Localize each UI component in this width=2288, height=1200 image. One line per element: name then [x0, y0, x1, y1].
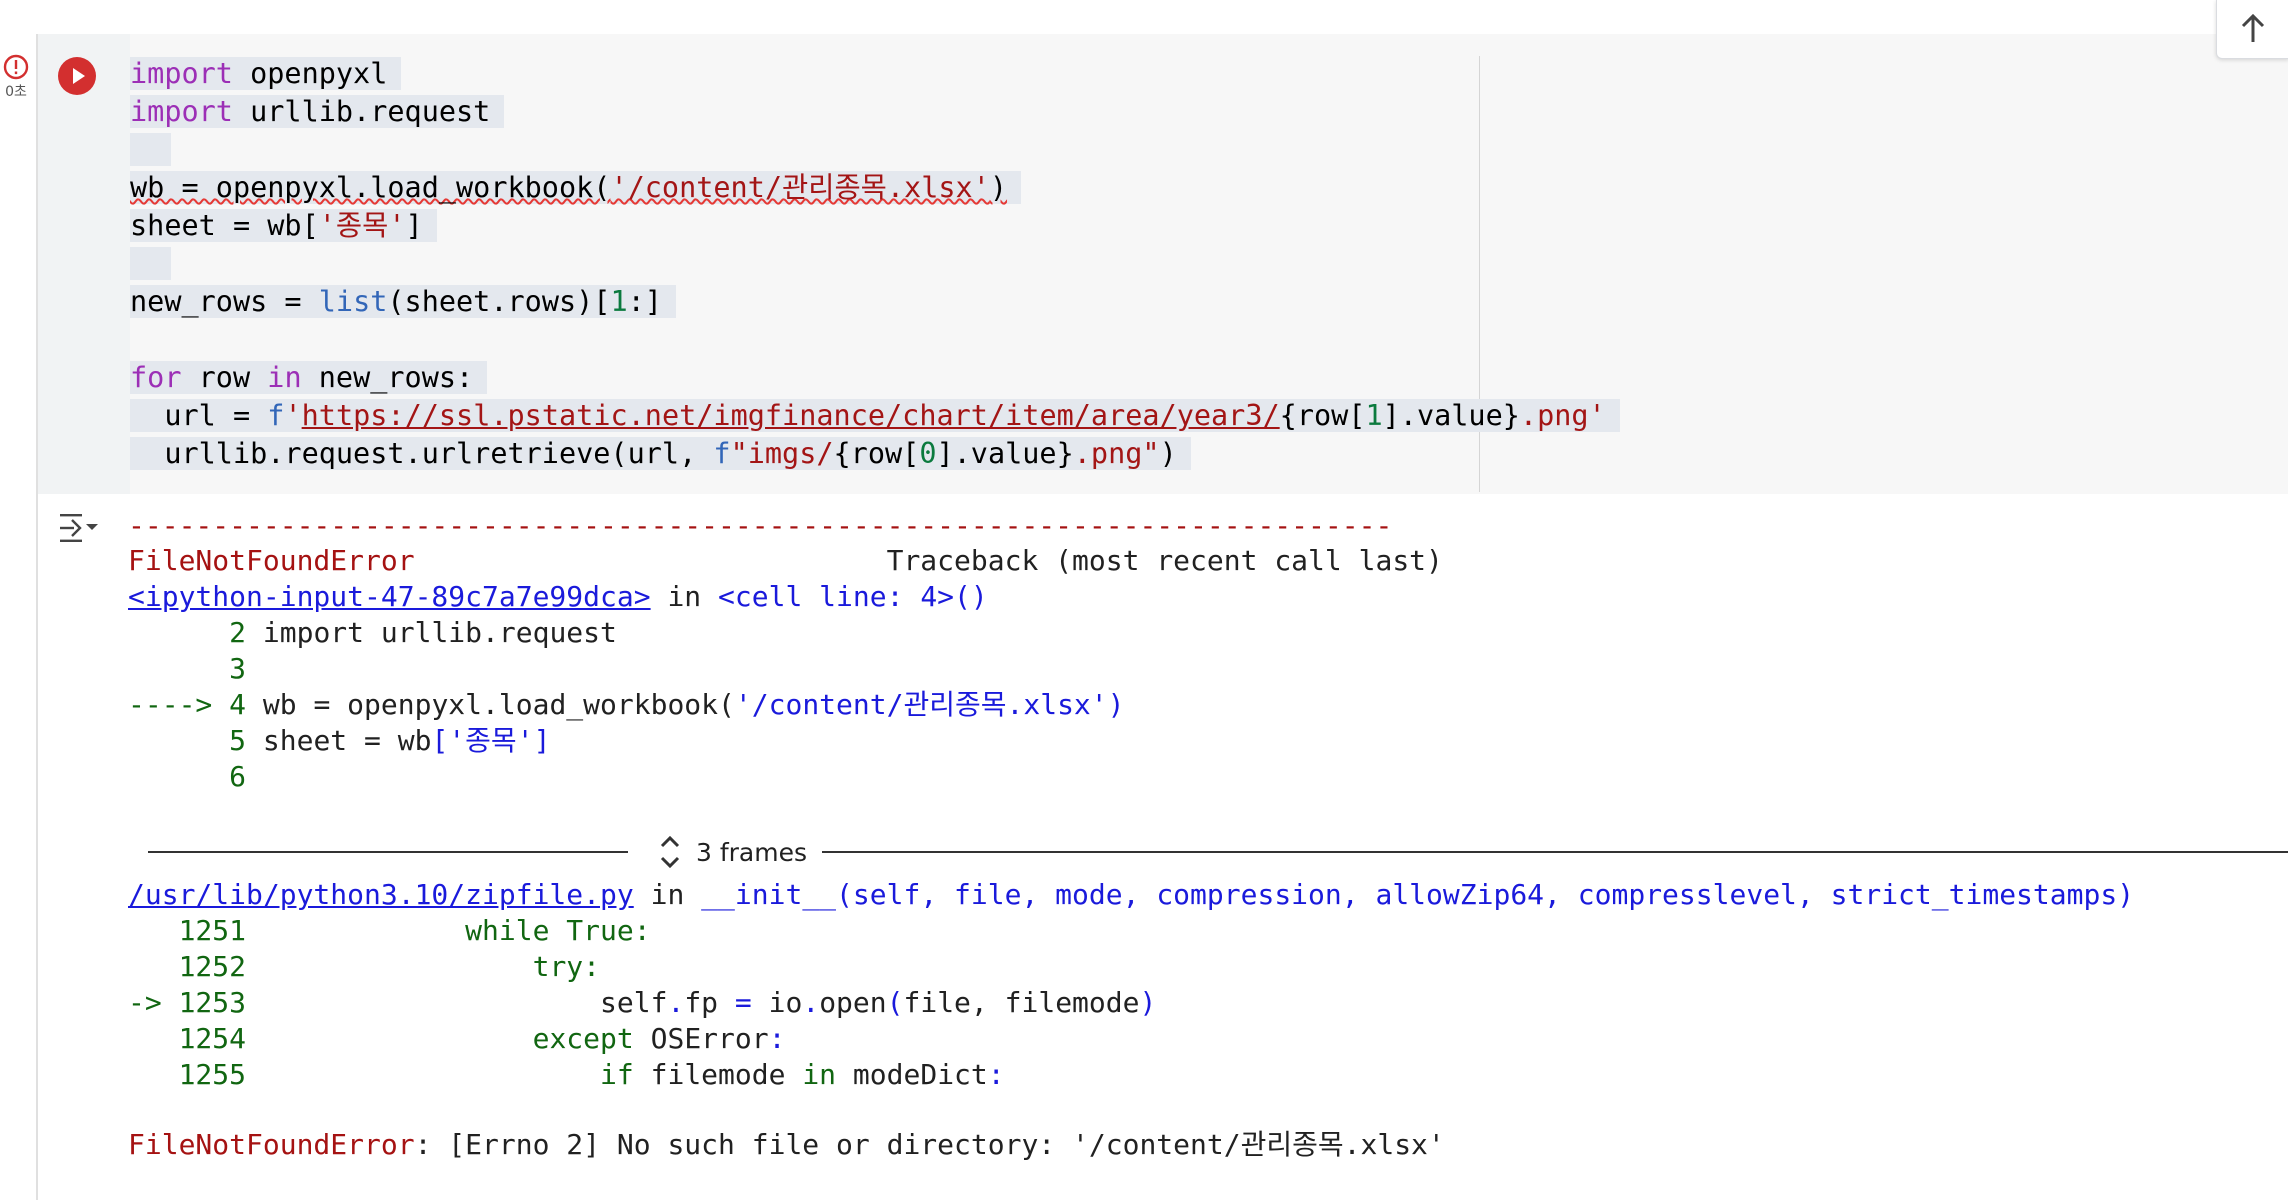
- code-line-2[interactable]: import urllib.request: [130, 93, 505, 131]
- frames-separator-left: [148, 851, 628, 853]
- frame2-line: 1255 if filemode in modeDict:: [178, 1058, 1005, 1091]
- frame2-header: /usr/lib/python3.10/zipfile.py in __init…: [128, 878, 2135, 911]
- code-line-8[interactable]: [130, 321, 147, 359]
- error-type: FileNotFoundError: [128, 544, 415, 577]
- frame2-line: 1251 while True:: [178, 914, 651, 947]
- traceback-header-line: FileNotFoundError Traceback (most recent…: [128, 543, 1443, 579]
- output-toggle-icon[interactable]: [58, 510, 102, 546]
- scroll-to-top-button[interactable]: [2216, 0, 2288, 59]
- execution-time: 0초: [5, 84, 27, 100]
- traceback-header: Traceback (most recent call last): [886, 544, 1443, 577]
- final-error-line: FileNotFoundError: [Errno 2] No such fil…: [128, 1127, 1445, 1163]
- arrow-up-icon: [2241, 13, 2265, 42]
- run-icon: [73, 68, 85, 84]
- dash-line: ----------------------------------------…: [128, 509, 1393, 542]
- status-column: [0, 0, 36, 1200]
- error-status-icon[interactable]: [2, 53, 30, 81]
- frame1-line: 5 sheet = wb['종목']: [229, 724, 551, 757]
- frames-toggle-label: 3 frames: [696, 837, 808, 867]
- code-line-6[interactable]: [130, 245, 172, 283]
- frame2-line-current: -> 1253 self.fp = io.open(file, filemode…: [128, 986, 1157, 1019]
- code-line-7[interactable]: new_rows = list(sheet.rows)[1:]: [130, 283, 676, 321]
- code-line-3[interactable]: [130, 131, 172, 169]
- run-button[interactable]: [58, 57, 96, 95]
- final-error-type: FileNotFoundError: [128, 1128, 415, 1161]
- frame2-file-link[interactable]: /usr/lib/python3.10/zipfile.py: [128, 878, 634, 911]
- frames-separator-right: [822, 851, 2288, 853]
- code-line-4[interactable]: wb = openpyxl.load_workbook('/content/관리…: [130, 169, 1022, 207]
- cell-border: [36, 34, 38, 1200]
- frame1-line: 3: [229, 652, 247, 685]
- code-line-9[interactable]: for row in new_rows:: [130, 359, 488, 397]
- output-gutter: [36, 494, 130, 1200]
- code-line-10[interactable]: url = f'https://ssl.pstatic.net/imgfinan…: [130, 397, 1620, 435]
- frame1-line-current: ----> 4 wb = openpyxl.load_workbook('/co…: [128, 688, 1125, 721]
- cell-gutter: [36, 34, 130, 494]
- code-line-11[interactable]: urllib.request.urlretrieve(url, f"imgs/{…: [130, 435, 1191, 473]
- final-error-message: : [Errno 2] No such file or directory: '…: [414, 1128, 1445, 1161]
- frame2-line: 1252 try:: [178, 950, 601, 983]
- code-line-1[interactable]: import openpyxl: [130, 55, 402, 93]
- frame1-file-link[interactable]: <ipython-input-47-89c7a7e99dca>: [128, 580, 651, 613]
- frames-toggle-button[interactable]: 3 frames: [656, 830, 807, 874]
- frame2-location: __init__(self, file, mode, compression, …: [701, 878, 2135, 911]
- frame2-line: 1254 except OSError:: [178, 1022, 786, 1055]
- frame1-header: <ipython-input-47-89c7a7e99dca> in <cell…: [128, 580, 988, 613]
- frame1-line: 2 import urllib.request: [229, 616, 617, 649]
- frame1-line: 6: [229, 760, 247, 793]
- code-line-5[interactable]: sheet = wb['종목']: [130, 207, 437, 245]
- frame1-location: <cell line: 4>(): [718, 580, 988, 613]
- chevron-up-down-icon: [660, 835, 680, 869]
